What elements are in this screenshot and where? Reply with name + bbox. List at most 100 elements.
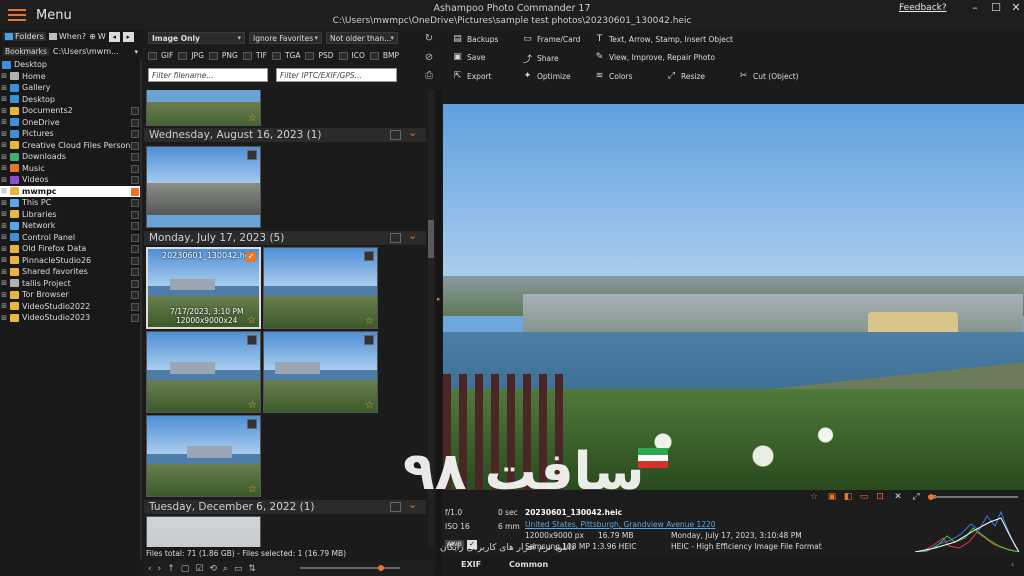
filter-clear-icon[interactable]: ⊘ (423, 52, 435, 64)
colors-button[interactable]: ≋ Colors (594, 71, 633, 81)
expand-icon[interactable]: ⊞ (0, 187, 8, 195)
fit-icon[interactable]: ✕ (893, 492, 903, 502)
tree-checkbox[interactable] (131, 153, 139, 161)
favorite-star-icon[interactable]: ☆ (809, 492, 819, 502)
checkbox-icon[interactable] (178, 51, 188, 60)
checkbox-icon[interactable] (271, 51, 281, 60)
thumbnail[interactable]: ☆ (146, 90, 261, 126)
age-dropdown[interactable]: Not older than... ▾ (326, 32, 398, 44)
tab-when[interactable]: When? (48, 32, 86, 41)
tree-checkbox[interactable] (131, 291, 139, 299)
format-checkbox[interactable]: ICO (338, 51, 365, 60)
share-button[interactable]: ⤴ Share (522, 52, 559, 65)
feedback-link[interactable]: Feedback? (899, 3, 947, 13)
favorite-star-icon[interactable]: ☆ (365, 400, 374, 411)
photo-preview[interactable] (443, 104, 1024, 490)
image-icon[interactable]: ▣ (827, 492, 837, 502)
thumb-checkbox[interactable] (364, 251, 374, 261)
print-icon[interactable]: ⎙ (423, 70, 435, 82)
tree-checkbox[interactable] (131, 314, 139, 322)
nav-right-icon[interactable]: › (158, 564, 162, 574)
tree-checkbox[interactable] (131, 233, 139, 242)
expand-icon[interactable]: ⊞ (0, 279, 8, 287)
favorites-dropdown[interactable]: Ignore Favorites ▾ (249, 32, 322, 44)
expand-icon[interactable]: ⊞ (0, 153, 8, 161)
group-checkbox[interactable] (390, 233, 401, 243)
tree-item[interactable]: ⊞ Old Firefox Data (0, 243, 142, 255)
maximize-icon[interactable]: ☐ (989, 2, 1003, 14)
fullscreen-icon[interactable]: ⤢ (911, 492, 921, 502)
crop-icon[interactable]: ⊡ (875, 492, 885, 502)
tree-checkbox[interactable] (131, 268, 139, 276)
group-checkbox[interactable] (390, 130, 401, 140)
tree-checkbox[interactable] (131, 141, 139, 150)
tree-checkbox[interactable] (131, 302, 139, 311)
tree-item[interactable]: ⊞ Control Panel (0, 232, 142, 244)
view-mode-icon[interactable]: ▢ (181, 564, 190, 574)
expand-icon[interactable]: ⊞ (0, 130, 8, 138)
thumbnail[interactable]: ☆ (263, 247, 378, 329)
tree-checkbox[interactable] (131, 176, 139, 184)
expand-icon[interactable]: ⊞ (0, 84, 8, 92)
expand-icon[interactable]: ⊞ (0, 176, 8, 184)
collapse-arrow-icon[interactable]: ▸ (437, 295, 441, 303)
minimize-icon[interactable]: – (968, 2, 982, 14)
format-checkbox[interactable]: BMP (369, 51, 399, 60)
chevron-down-icon[interactable]: ⌄ (408, 126, 417, 140)
bookmarks-button[interactable]: Bookmarks (3, 47, 49, 56)
tree-item[interactable]: ⊞ Shared favorites (0, 266, 142, 278)
tree-item[interactable]: ⊞ Gallery (0, 82, 142, 94)
format-checkbox[interactable]: PSD (305, 51, 334, 60)
expand-icon[interactable]: ⊞ (0, 233, 8, 241)
tree-item[interactable]: ⊞ Desktop (0, 94, 142, 106)
folder-icon[interactable]: ▭ (234, 564, 243, 574)
checkbox-icon[interactable] (369, 51, 379, 60)
tree-item[interactable]: ⊞ This PC (0, 197, 142, 209)
tree-item[interactable]: ⊞ Libraries (0, 209, 142, 221)
checkbox-icon[interactable] (242, 51, 252, 60)
tree-checkbox[interactable] (131, 256, 139, 265)
resize-button[interactable]: ⤢ Resize (666, 71, 705, 81)
thumbnail-selected[interactable]: 20230601_130042.heic ✓ 7/17/2023, 3:10 P… (146, 247, 261, 329)
tree-checkbox[interactable] (131, 222, 139, 230)
expand-icon[interactable]: ⊞ (0, 302, 8, 310)
tree-item[interactable]: ⊞ mwmpc (0, 185, 142, 197)
tree-checkbox[interactable] (131, 130, 139, 138)
thumbnail[interactable] (146, 146, 261, 228)
expand-icon[interactable]: ⊞ (0, 291, 8, 299)
tree-item[interactable]: ⊞ Network (0, 220, 142, 232)
thumbnail[interactable]: ☆ (146, 415, 261, 497)
collapse-icon[interactable]: ‹ (1011, 560, 1014, 569)
expand-icon[interactable]: ⊞ (0, 141, 8, 149)
thumb-checkbox[interactable]: ✓ (246, 252, 256, 262)
text-arrow-button[interactable]: T Text, Arrow, Stamp, Insert Object (594, 34, 733, 44)
tree-checkbox[interactable] (131, 279, 139, 288)
thumb-checkbox[interactable] (247, 419, 257, 429)
tree-checkbox[interactable] (131, 210, 139, 219)
tree-item[interactable]: ⊞ PinnacleStudio26 (0, 255, 142, 267)
favorite-star-icon[interactable]: ☆ (248, 113, 257, 124)
cut-object-button[interactable]: ✂ Cut (Object) (738, 71, 799, 81)
date-group-header[interactable]: Tuesday, December 6, 2022 (1) ⌄ (144, 498, 426, 514)
favorite-star-icon[interactable]: ☆ (248, 400, 257, 411)
favorite-star-icon[interactable]: ☆ (248, 484, 257, 495)
expand-icon[interactable]: ⊞ (0, 118, 8, 126)
backups-button[interactable]: ▤ Backups (452, 34, 498, 44)
rotate-icon[interactable]: ⟲ (209, 564, 217, 574)
expand-icon[interactable]: ⊞ (0, 107, 8, 115)
type-dropdown[interactable]: Image Only ▾ (148, 32, 245, 44)
optimize-button[interactable]: ✦ Optimize (522, 71, 571, 81)
expand-icon[interactable]: ⊞ (0, 199, 8, 207)
format-checkbox[interactable]: GIF (148, 51, 173, 60)
expand-icon[interactable]: ⊞ (0, 245, 8, 253)
format-checkbox[interactable]: JPG (178, 51, 204, 60)
format-checkbox[interactable]: PNG (208, 51, 238, 60)
tree-item[interactable]: ⊞ VideoStudio2022 (0, 301, 142, 313)
search-icon[interactable]: ⌕ (223, 564, 228, 574)
compare-icon[interactable]: ◧ (843, 492, 853, 502)
tree-checkbox[interactable] (131, 199, 139, 207)
thumb-checkbox[interactable] (247, 335, 257, 345)
expand-icon[interactable]: ⊞ (0, 164, 8, 172)
thumbnail[interactable]: ☆ (146, 331, 261, 413)
date-group-header[interactable]: Wednesday, August 16, 2023 (1) ⌄ (144, 126, 426, 142)
